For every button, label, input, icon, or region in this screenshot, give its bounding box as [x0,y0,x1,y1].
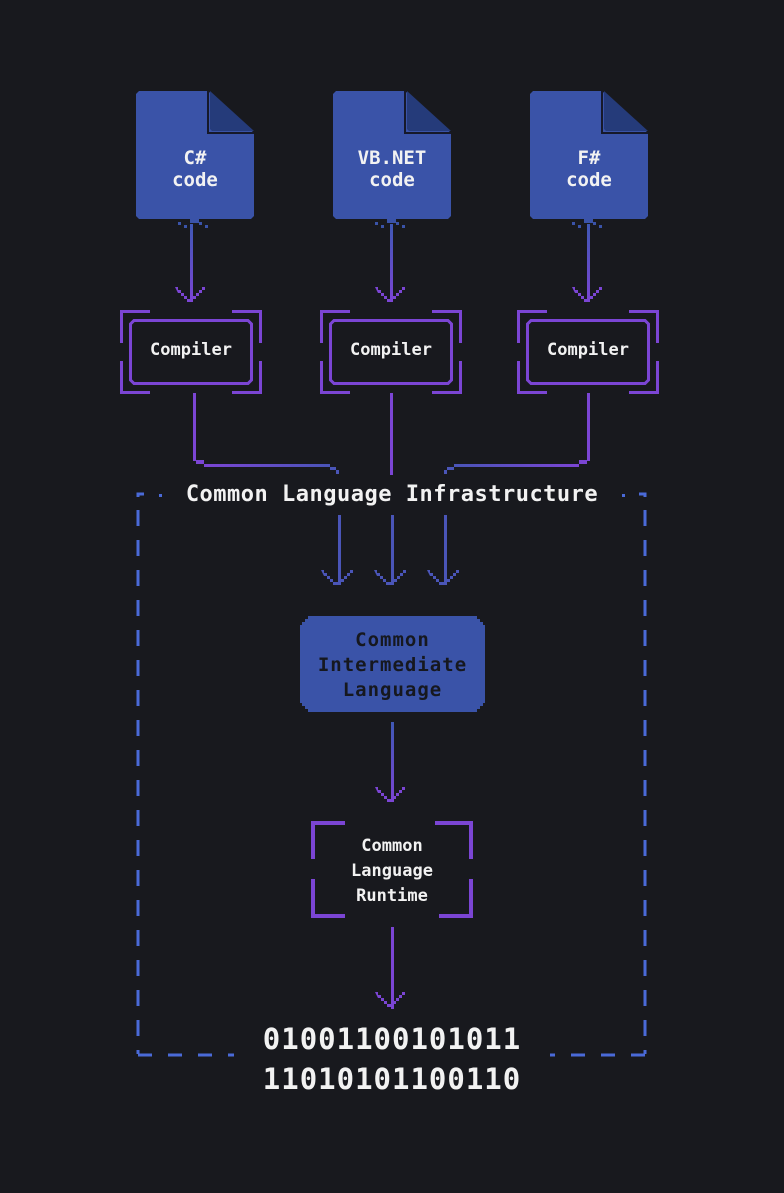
arrow-csharp-to-compiler [175,224,205,302]
binary-output-line-1: 01001100101011 [262,1022,522,1056]
source-doc-csharp: C# code [136,91,254,228]
connector-middle-compiler [390,393,393,475]
source-doc-label: F# code [566,147,612,191]
compiler-box-vbnet: Compiler [320,310,462,394]
connector-right-compiler [444,393,590,474]
arrow-into-cil-middle [374,515,406,585]
arrow-into-cil-left [321,515,353,585]
clr-label: Common Language Runtime [351,836,433,906]
cli-title: Common Language Infrastructure [185,482,599,507]
compiler-box-csharp: Compiler [120,310,262,394]
arrow-vbnet-to-compiler [375,224,405,302]
arrow-fsharp-to-compiler [572,224,602,302]
arrow-into-cil-right [427,515,459,585]
cil-box: Common Intermediate Language [300,616,485,712]
source-doc-vbnet: VB.NET code [333,91,451,228]
compiler-box-fsharp: Compiler [517,310,659,394]
source-doc-label: VB.NET code [357,147,427,191]
clr-box: Common Language Runtime [311,821,473,918]
arrow-cil-to-clr [375,722,405,802]
cil-label: Common Intermediate Language [317,629,468,701]
compiler-label: Compiler [547,340,629,360]
compiler-label: Compiler [350,340,432,360]
arrow-clr-to-binary [375,927,405,1009]
binary-output-line-2: 11010101100110 [262,1062,522,1096]
connector-left-compiler [193,393,339,474]
source-doc-label: C# code [172,147,218,191]
compiler-label: Compiler [150,340,232,360]
source-doc-fsharp: F# code [530,91,648,228]
